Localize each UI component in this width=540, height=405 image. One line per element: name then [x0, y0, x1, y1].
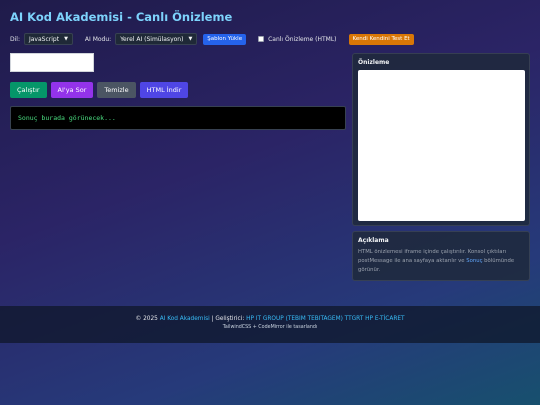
load-template-button[interactable]: Şablon Yükle — [203, 33, 247, 45]
output-console: Sonuç burada görünecek... — [10, 106, 346, 130]
footer-developer-label: | Geliştirici: — [209, 316, 247, 322]
chevron-down-icon: ▼ — [64, 36, 68, 42]
ai-mode-select-value: Yerel AI (Simülasyon) — [120, 35, 184, 43]
action-buttons: Çalıştır AI'ya Sor Temizle HTML İndir — [10, 82, 189, 98]
footer: © 2025 AI Kod Akademisi | Geliştirici: H… — [0, 306, 540, 343]
live-preview-checkbox[interactable] — [258, 36, 265, 42]
footer-subline: TailwindCSS + CodeMirror ile tasarlandı — [222, 325, 318, 330]
footer-brand-link[interactable]: AI Kod Akademisi — [160, 316, 210, 322]
footer-copyright: © 2025 — [135, 316, 160, 322]
ai-mode-select[interactable]: Yerel AI (Simülasyon) ▼ — [115, 33, 198, 45]
description-highlight: Sonuç — [466, 258, 483, 264]
run-button[interactable]: Çalıştır — [10, 82, 47, 98]
clear-button[interactable]: Temizle — [97, 82, 136, 98]
language-select[interactable]: JavaScript ▼ — [23, 33, 73, 45]
code-editor[interactable] — [10, 53, 94, 72]
live-preview-label: Canlı Önizleme (HTML) — [268, 35, 337, 43]
footer-main: © 2025 AI Kod Akademisi | Geliştirici: H… — [0, 316, 540, 322]
ai-mode-label: AI Modu: — [84, 35, 112, 43]
download-html-button[interactable]: HTML İndir — [139, 82, 189, 98]
output-placeholder: Sonuç burada görünecek... — [18, 114, 116, 122]
description-panel: Açıklama HTML önizlemesi iframe içinde ç… — [352, 231, 530, 281]
page-title: AI Kod Akademisi - Canlı Önizleme — [10, 10, 233, 24]
preview-iframe[interactable] — [358, 70, 525, 221]
self-test-button[interactable]: Kendi Kendini Test Et — [348, 33, 414, 45]
toolbar: Dil: JavaScript ▼ AI Modu: Yerel AI (Sim… — [10, 32, 414, 46]
description-title: Açıklama — [358, 237, 389, 244]
ask-ai-button[interactable]: AI'ya Sor — [50, 82, 94, 98]
language-select-value: JavaScript — [28, 35, 60, 43]
preview-panel: Önizleme — [352, 53, 530, 226]
language-label: Dil: — [10, 35, 20, 43]
description-text: HTML önizlemesi iframe içinde çalıştırıl… — [353, 244, 529, 279]
preview-title: Önizleme — [358, 59, 390, 66]
footer-developer-link[interactable]: HP IT GROUP (TEBIM TEBITAGEM) TTGRT HP E… — [246, 316, 404, 322]
chevron-down-icon: ▼ — [188, 36, 193, 42]
